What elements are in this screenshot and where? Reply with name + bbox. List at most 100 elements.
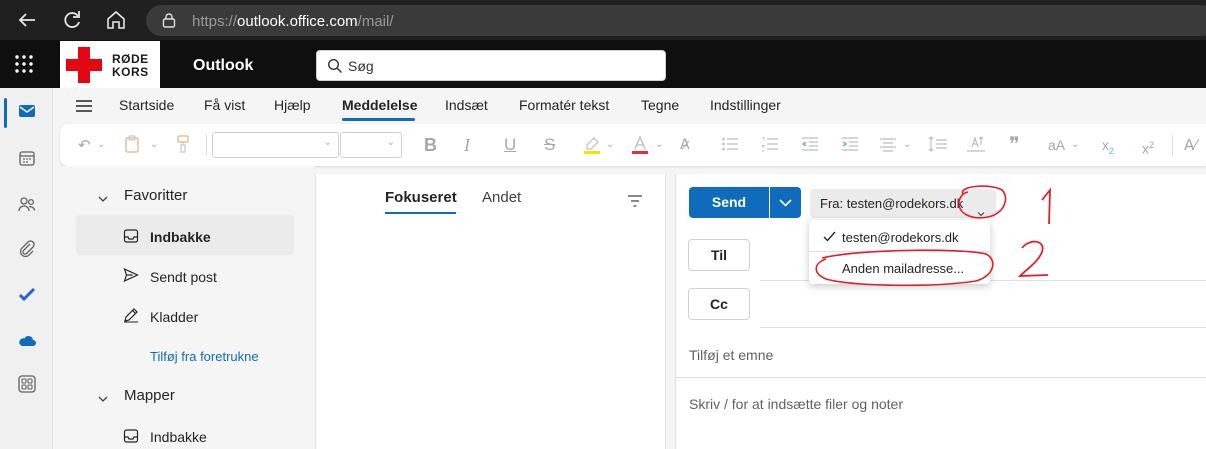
logo-line-2: KORS — [112, 65, 149, 79]
from-button[interactable]: Fra: testen@rodekors.dk — [810, 189, 996, 218]
people-icon[interactable] — [17, 194, 37, 214]
font-color-icon[interactable] — [631, 135, 649, 155]
strikethrough-icon[interactable]: S — [544, 135, 555, 155]
font-color-dropdown-icon[interactable]: ⌄ — [655, 135, 663, 155]
tab-focused[interactable]: Fokuseret — [385, 189, 457, 206]
highlight-icon[interactable] — [582, 135, 602, 155]
address-bar[interactable]: https://outlook.office.com/mail/ — [146, 5, 1206, 36]
drafts-pencil-icon — [123, 307, 139, 323]
font-family-select[interactable]: ⌄ — [212, 132, 339, 158]
app-launcher-icon[interactable] — [14, 54, 34, 74]
menu-item-current-address[interactable]: testen@rodekors.dk — [809, 222, 990, 252]
logo-line-1: RØDE — [112, 52, 149, 66]
change-case-dropdown-icon[interactable]: ⌄ — [1071, 135, 1079, 155]
tab-formater-tekst[interactable]: Formatér tekst — [519, 97, 609, 113]
tab-other[interactable]: Andet — [482, 189, 521, 206]
filter-icon[interactable] — [628, 194, 642, 207]
app-title[interactable]: Outlook — [193, 57, 253, 75]
change-case-icon[interactable]: aA — [1048, 135, 1065, 155]
menu-item-label: Anden mailadresse... — [842, 261, 965, 276]
folder-inbox[interactable]: Indbakke — [150, 229, 211, 245]
cc-field-line — [760, 327, 1206, 328]
italic-icon[interactable]: I — [464, 135, 470, 155]
paragraph-spacing-icon[interactable] — [966, 135, 986, 155]
more-apps-icon[interactable] — [17, 374, 37, 394]
bullets-icon[interactable] — [721, 135, 739, 155]
cc-button[interactable]: Cc — [688, 288, 750, 320]
undo-dropdown-icon[interactable]: ⌄ — [97, 135, 105, 155]
menu-item-label: testen@rodekors.dk — [842, 230, 959, 245]
font-size-select[interactable]: ⌄ — [340, 132, 402, 158]
add-favorite-link[interactable]: Tilføj fra foretrukne — [150, 349, 259, 364]
subject-input[interactable]: Tilføj et emne — [689, 347, 773, 363]
favorites-header[interactable]: Favoritter — [124, 187, 187, 204]
compose-pane: Send Fra: testen@rodekors.dk Til Cc Tilf… — [675, 174, 1206, 449]
chevron-down-icon: ⌄ — [323, 137, 332, 148]
organization-logo[interactable]: RØDE KORS — [60, 41, 160, 89]
tab-meddelelse[interactable]: Meddelelse — [342, 97, 417, 113]
align-icon[interactable] — [879, 135, 897, 155]
increase-indent-icon[interactable] — [841, 135, 859, 155]
back-arrow-icon[interactable] — [15, 8, 39, 32]
browser-toolbar: https://outlook.office.com/mail/ — [0, 0, 1206, 40]
format-painter-icon[interactable] — [176, 135, 190, 155]
paste-icon[interactable] — [124, 135, 140, 155]
bold-icon[interactable]: B — [424, 135, 437, 155]
tab-indstillinger[interactable]: Indstillinger — [710, 97, 781, 113]
refresh-icon[interactable] — [60, 8, 84, 32]
calendar-icon[interactable] — [17, 148, 37, 168]
chevron-down-icon[interactable] — [98, 391, 108, 402]
highlight-dropdown-icon[interactable]: ⌄ — [606, 135, 614, 155]
menu-item-other-address[interactable]: Anden mailadresse... — [809, 253, 990, 283]
send-options-button[interactable] — [770, 187, 801, 218]
rail-active-indicator — [4, 98, 7, 128]
styles-icon[interactable]: A⁄ — [1184, 135, 1197, 155]
active-tab-indicator — [342, 118, 415, 121]
formatting-toolbar: ↶ ⌄ ⌄ ⌄ ⌄ B I U S ⌄ ⌄ A̷ ⌄ ❞ aA ⌄ x2 x2 — [60, 124, 1206, 166]
inbox-icon — [123, 428, 139, 444]
url-text: https://outlook.office.com/mail/ — [192, 13, 394, 30]
checkmark-icon — [823, 231, 836, 242]
message-body[interactable]: Skriv / for at indsætte filer og noter — [689, 396, 903, 412]
clear-formatting-icon[interactable]: A̷ — [680, 135, 690, 155]
tab-tegne[interactable]: Tegne — [641, 97, 679, 113]
folders-header[interactable]: Mapper — [124, 387, 175, 404]
numbering-icon[interactable] — [761, 135, 779, 155]
url-host: outlook.office.com — [237, 13, 358, 30]
url-path: /mail/ — [357, 13, 394, 30]
url-scheme: https:// — [192, 13, 238, 30]
subscript-icon[interactable]: x2 — [1102, 135, 1114, 156]
paste-dropdown-icon[interactable]: ⌄ — [150, 135, 158, 155]
folder-drafts[interactable]: Kladder — [150, 309, 198, 325]
todo-icon[interactable] — [17, 285, 37, 305]
to-button[interactable]: Til — [688, 239, 750, 271]
search-input[interactable]: Søg — [316, 50, 666, 81]
quote-icon[interactable]: ❞ — [1009, 135, 1020, 155]
tab-startside[interactable]: Startside — [119, 97, 174, 113]
tab-hjaelp[interactable]: Hjælp — [274, 97, 311, 113]
line-spacing-icon[interactable] — [928, 135, 948, 155]
home-icon[interactable] — [104, 8, 128, 32]
decrease-indent-icon[interactable] — [801, 135, 819, 155]
red-cross-bar — [66, 59, 102, 71]
onedrive-icon[interactable] — [17, 331, 37, 351]
tab-faa-vist[interactable]: Få vist — [204, 97, 245, 113]
folder-sent[interactable]: Sendt post — [150, 269, 217, 285]
from-label: Fra: testen@rodekors.dk — [820, 196, 964, 211]
attachment-icon[interactable] — [17, 239, 37, 259]
send-button[interactable]: Send — [689, 187, 769, 218]
superscript-icon[interactable]: x2 — [1142, 135, 1154, 157]
underline-icon[interactable]: U — [504, 135, 516, 155]
hamburger-menu-icon[interactable] — [75, 98, 93, 114]
focused-tab-indicator — [385, 212, 456, 214]
toolbar-separator — [206, 134, 207, 156]
folder-inbox-2[interactable]: Indbakke — [150, 429, 207, 445]
chevron-down-icon[interactable] — [98, 191, 108, 202]
mail-icon[interactable] — [17, 101, 37, 121]
app-rail — [0, 88, 53, 449]
undo-icon[interactable]: ↶ — [78, 135, 91, 155]
message-list: Fokuseret Andet — [315, 174, 666, 449]
align-dropdown-icon[interactable]: ⌄ — [903, 135, 911, 155]
search-icon — [327, 58, 343, 74]
tab-indsaet[interactable]: Indsæt — [445, 97, 488, 113]
